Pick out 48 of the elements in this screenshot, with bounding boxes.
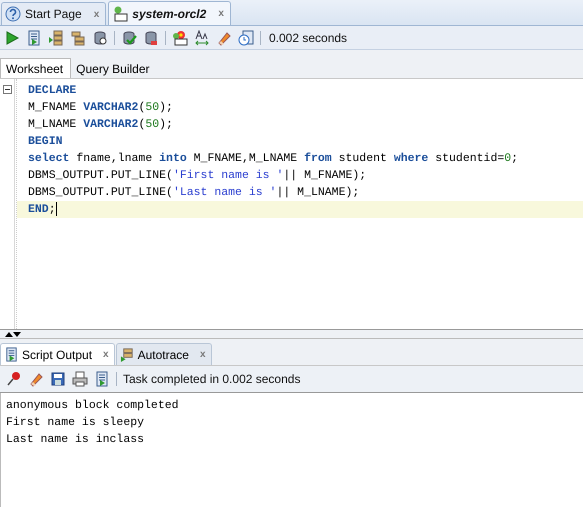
editor-tab[interactable]: system-orcl2 x [108,1,231,25]
print-icon[interactable] [72,371,88,387]
tab-label: Autotrace [138,348,189,362]
output-line: First name is sleepy [6,415,146,431]
splitter-arrows-icon[interactable] [4,330,22,338]
database-icon [112,6,128,22]
rollback-icon[interactable] [143,30,159,46]
status-message: Task completed in 0.002 seconds [123,372,300,386]
eraser-icon[interactable] [216,30,232,46]
run-script-icon[interactable] [94,371,110,387]
worksheet-tab[interactable]: Query Builder [71,59,157,78]
close-icon[interactable]: x [200,349,206,360]
collapse-icon[interactable] [3,85,12,94]
tab-label: Start Page [25,7,82,21]
pin-icon[interactable] [6,371,22,387]
code-line: END; [27,202,57,217]
explain-plan-icon[interactable] [48,30,64,46]
code-line: DECLARE [27,84,76,97]
output-line: Last name is inclass [6,432,146,448]
database-tool-icon[interactable] [92,30,108,46]
run-icon[interactable] [4,30,20,46]
tab-label: system-orcl2 [132,6,206,20]
tab-label: Script Output [22,348,92,362]
run-script-icon[interactable] [26,30,42,46]
commit-icon[interactable] [121,30,137,46]
output-tab[interactable]: Autotrace x [116,343,212,365]
code-line: BEGIN [27,135,63,148]
autotrace-icon[interactable] [70,30,86,46]
trace-icon [120,347,135,362]
code-line: select fname,lname into M_FNAME,M_LNAME from student where studentid=0; [27,152,518,165]
close-icon[interactable]: x [218,8,224,19]
execution-time: 0.002 seconds [269,30,348,44]
editor-tab[interactable]: Start Page x [1,2,106,25]
code-line: M_LNAME VARCHAR2(50); [27,118,173,131]
font-case-icon[interactable] [194,30,210,46]
history-icon[interactable] [238,30,254,46]
help-icon [5,6,21,22]
code-line: DBMS_OUTPUT.PUT_LINE('First name is '|| M_FNAME); [27,169,366,182]
code-line: DBMS_OUTPUT.PUT_LINE('Last name is '|| M_LNAME); [27,186,360,199]
output-line: anonymous block completed [6,398,180,414]
close-icon[interactable]: x [94,8,100,20]
eraser-icon[interactable] [28,371,44,387]
script-icon [4,347,19,362]
code-line: M_FNAME VARCHAR2(50); [27,101,173,114]
worksheet-tab[interactable]: Worksheet [0,58,72,78]
close-icon[interactable]: x [103,349,109,360]
output-tab[interactable]: Script Output x [0,343,115,365]
save-icon[interactable] [50,371,66,387]
